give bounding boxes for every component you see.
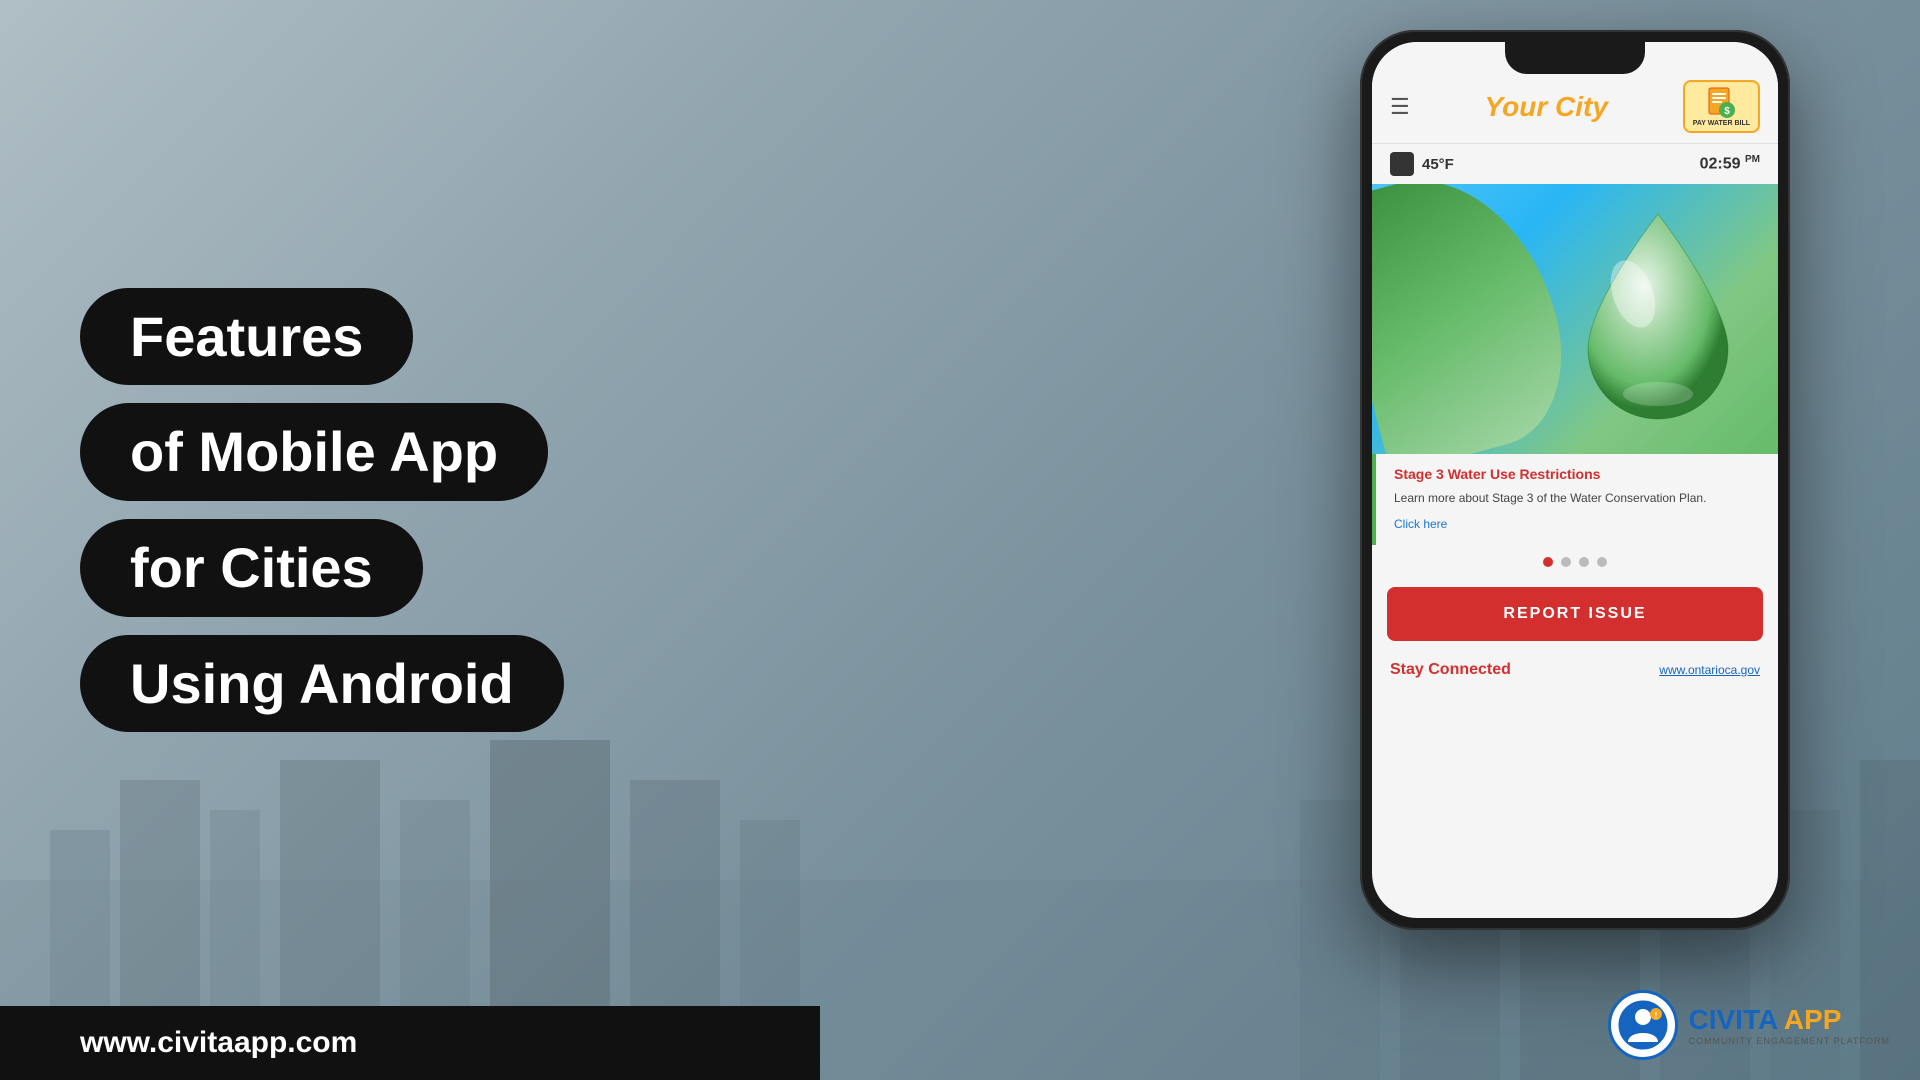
time-value: 02:59 bbox=[1700, 156, 1741, 173]
pay-water-button[interactable]: $ PAY WATER BILL bbox=[1683, 80, 1760, 133]
news-link[interactable]: Click here bbox=[1394, 517, 1447, 531]
civita-app-name: CIVITA APP bbox=[1688, 1004, 1890, 1036]
temperature: 45°F bbox=[1422, 156, 1454, 173]
website-bar: www.civitaapp.com bbox=[0, 1006, 820, 1080]
menu-icon[interactable]: ☰ bbox=[1390, 94, 1410, 120]
stay-connected-label: Stay Connected bbox=[1390, 661, 1511, 679]
civita-icon-svg: ! bbox=[1618, 1000, 1668, 1050]
civita-icon: ! bbox=[1608, 990, 1678, 1060]
phone-screen: ☰ Your City $ PAY WATER BILL bbox=[1372, 42, 1778, 918]
app-word: APP bbox=[1784, 1004, 1842, 1035]
status-bar: 45°F 02:59 PM bbox=[1372, 144, 1778, 184]
dot-1[interactable] bbox=[1543, 557, 1553, 567]
civita-tagline: COMMUNITY ENGAGEMENT PLATFORM bbox=[1688, 1036, 1890, 1046]
website-url: www.civitaapp.com bbox=[80, 1026, 357, 1059]
headline-line-3: for Cities bbox=[80, 519, 423, 617]
weather-info: 45°F bbox=[1390, 152, 1454, 176]
stay-connected-link[interactable]: www.ontarioca.gov bbox=[1659, 663, 1760, 677]
news-title: Stage 3 Water Use Restrictions bbox=[1394, 466, 1760, 482]
headline-block: Features of Mobile App for Cities Using … bbox=[80, 288, 740, 732]
time-display: 02:59 PM bbox=[1700, 154, 1760, 173]
news-body: Learn more about Stage 3 of the Water Co… bbox=[1394, 490, 1760, 507]
dot-3[interactable] bbox=[1579, 557, 1589, 567]
civita-logo: ! CIVITA APP COMMUNITY ENGAGEMENT PLATFO… bbox=[1608, 990, 1890, 1060]
phone-outer: ☰ Your City $ PAY WATER BILL bbox=[1360, 30, 1790, 930]
news-card: Stage 3 Water Use Restrictions Learn mor… bbox=[1372, 454, 1778, 545]
leaf-decoration bbox=[1372, 184, 1585, 454]
pay-water-label: PAY WATER BILL bbox=[1693, 120, 1750, 127]
headline-line-1: Features bbox=[80, 288, 413, 386]
civita-word: CIVITA bbox=[1688, 1004, 1777, 1035]
weather-icon bbox=[1390, 152, 1414, 176]
phone-mockup: ☰ Your City $ PAY WATER BILL bbox=[1350, 30, 1800, 1050]
app-title: Your City bbox=[1485, 91, 1608, 123]
dot-2[interactable] bbox=[1561, 557, 1571, 567]
phone-notch bbox=[1505, 42, 1645, 74]
civita-text-block: CIVITA APP COMMUNITY ENGAGEMENT PLATFORM bbox=[1688, 1004, 1890, 1046]
headline-line-4: Using Android bbox=[80, 635, 564, 733]
svg-text:!: ! bbox=[1655, 1011, 1658, 1020]
svg-text:$: $ bbox=[1725, 106, 1731, 117]
pay-water-icon: $ bbox=[1705, 86, 1737, 118]
dot-4[interactable] bbox=[1597, 557, 1607, 567]
report-issue-button[interactable]: REPORT ISSUE bbox=[1387, 587, 1763, 641]
banner-image bbox=[1372, 184, 1778, 454]
headline-line-2: of Mobile App bbox=[80, 403, 548, 501]
carousel-dots bbox=[1372, 545, 1778, 579]
left-panel: Features of Mobile App for Cities Using … bbox=[0, 0, 820, 1080]
stay-connected-bar: Stay Connected www.ontarioca.gov bbox=[1372, 649, 1778, 691]
time-period: PM bbox=[1745, 154, 1760, 165]
water-drop-svg bbox=[1558, 194, 1758, 434]
